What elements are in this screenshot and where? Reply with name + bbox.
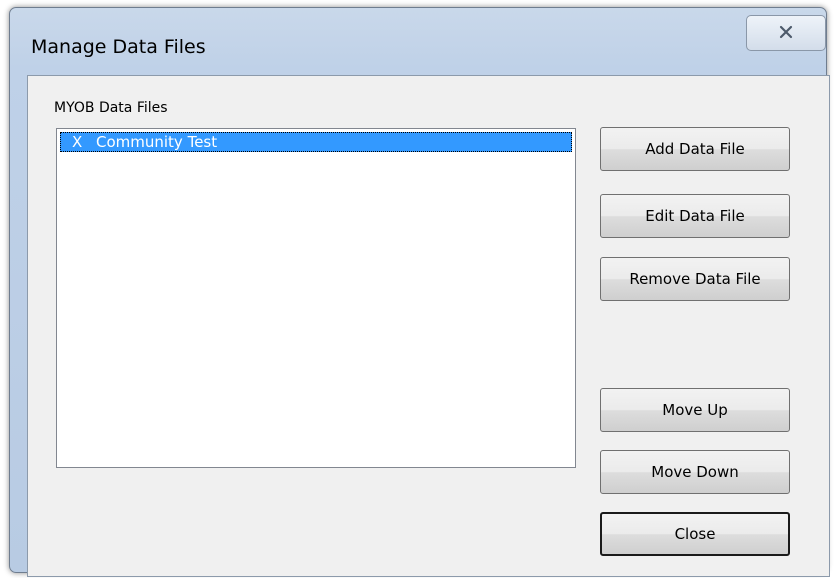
close-icon <box>778 24 794 43</box>
remove-data-file-button[interactable]: Remove Data File <box>600 257 790 301</box>
window-close-button[interactable] <box>746 15 826 51</box>
dialog-window: Manage Data Files MYOB Data Files X Commu… <box>9 7 830 577</box>
list-item-name: Community Test <box>96 133 218 151</box>
list-item[interactable]: X Community Test <box>60 132 572 152</box>
list-item-mark: X <box>72 133 83 151</box>
data-files-label: MYOB Data Files <box>54 100 168 116</box>
close-button[interactable]: Close <box>600 512 790 556</box>
data-files-listbox[interactable]: X Community Test <box>56 128 576 468</box>
window-title: Manage Data Files <box>31 36 206 58</box>
add-data-file-button[interactable]: Add Data File <box>600 127 790 171</box>
dialog-body: MYOB Data Files X Community Test Add Data… <box>27 75 830 577</box>
edit-data-file-button[interactable]: Edit Data File <box>600 194 790 238</box>
move-down-button[interactable]: Move Down <box>600 450 790 494</box>
move-up-button[interactable]: Move Up <box>600 388 790 432</box>
